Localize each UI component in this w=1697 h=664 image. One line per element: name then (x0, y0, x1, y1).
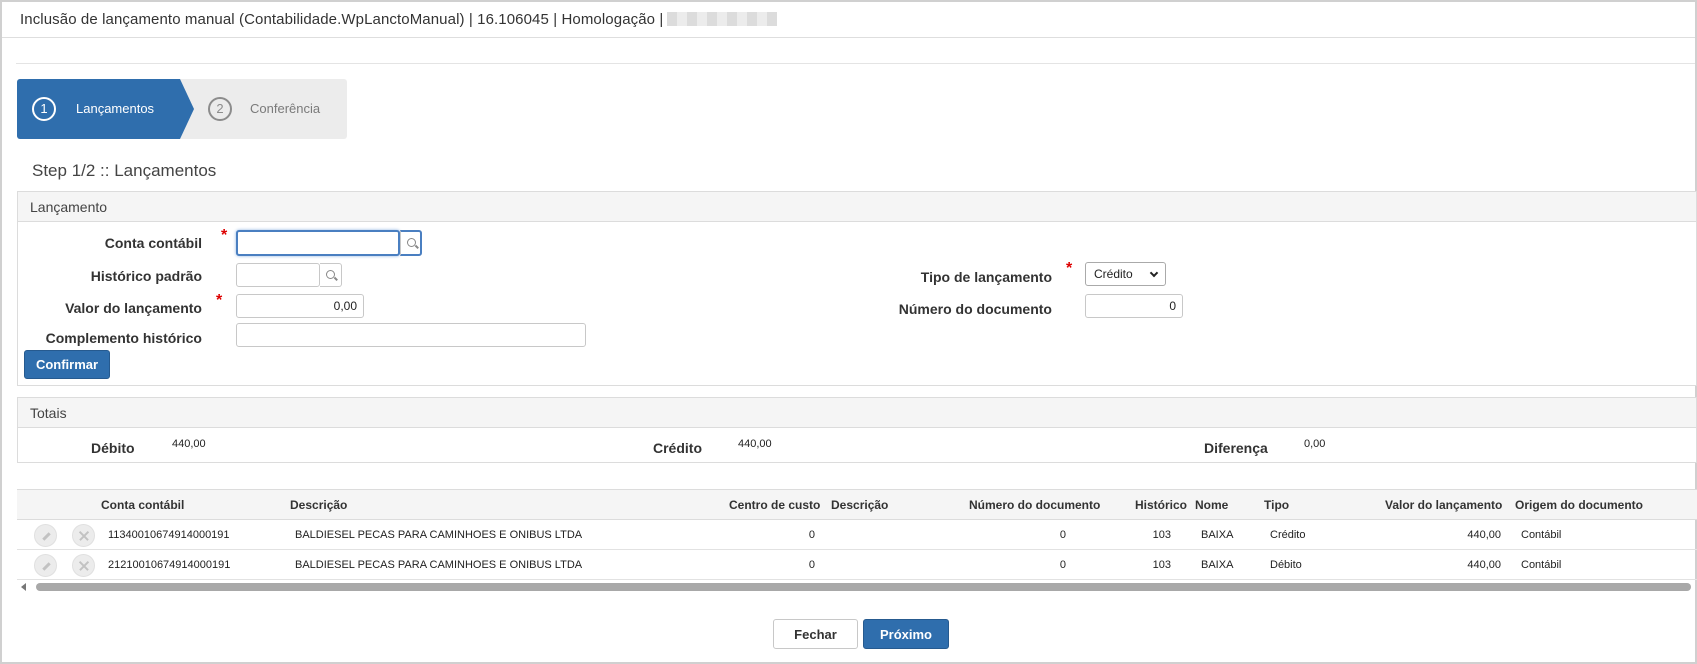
debito-label: Débito (91, 440, 135, 456)
col-descricao[interactable]: Descrição (290, 498, 347, 512)
tipo-lancamento-value: Crédito (1094, 267, 1133, 281)
cell-numero-documento: 0 (1059, 559, 1066, 571)
valor-lancamento-label: Valor do lançamento (65, 300, 202, 316)
wizard-step-arrow (180, 79, 194, 139)
scroll-left-icon[interactable] (21, 583, 26, 591)
cell-conta: 11340010674914000191 (108, 529, 230, 541)
col-tipo[interactable]: Tipo (1264, 498, 1289, 512)
cell-descricao: BALDIESEL PECAS PARA CAMINHOES E ONIBUS … (295, 559, 583, 571)
complemento-historico-label: Complemento histórico (45, 330, 202, 346)
lancamento-panel: Lançamento (17, 191, 1697, 386)
cell-numero-documento: 0 (1059, 529, 1066, 541)
cell-historico: 103 (1152, 559, 1171, 571)
historico-padrao-label: Histórico padrão (90, 268, 202, 284)
diferenca-label: Diferença (1204, 440, 1268, 456)
confirmar-button[interactable]: Confirmar (24, 350, 110, 379)
cell-valor: 440,00 (1467, 559, 1501, 571)
app-window: Inclusão de lançamento manual (Contabili… (0, 0, 1697, 664)
step-number-2: 2 (208, 97, 232, 121)
step-heading: Step 1/2 :: Lançamentos (32, 161, 217, 180)
pencil-icon (42, 562, 51, 571)
delete-row-button[interactable] (72, 554, 95, 577)
conta-contabil-lookup-button[interactable] (400, 230, 422, 256)
wizard-steps: 1 Lançamentos 2 Conferência (17, 79, 347, 139)
scrollbar-thumb[interactable] (36, 583, 1691, 591)
conta-contabil-required: * (221, 227, 228, 244)
pencil-icon (42, 532, 51, 541)
col-numero-documento[interactable]: Número do documento (969, 498, 1100, 512)
col-historico[interactable]: Histórico (1135, 498, 1187, 512)
historico-padrao-lookup-button[interactable] (320, 263, 342, 287)
cell-nome: BAIXA (1201, 559, 1234, 571)
cell-nome: BAIXA (1201, 529, 1234, 541)
page-divider (16, 63, 1695, 64)
cell-centro-custo: 0 (808, 559, 815, 571)
step-label-lancamentos: Lançamentos (76, 101, 155, 116)
historico-padrao-input[interactable] (236, 263, 320, 287)
valor-lancamento-input[interactable] (236, 294, 364, 318)
conta-contabil-label: Conta contábil (104, 235, 202, 251)
tipo-lancamento-select[interactable]: Crédito (1085, 262, 1166, 286)
col-descricao-cc[interactable]: Descrição (831, 498, 888, 512)
debito-value: 440,00 (172, 438, 206, 450)
tipo-lancamento-required: * (1066, 260, 1073, 277)
edit-row-button[interactable] (34, 554, 57, 577)
delete-row-button[interactable] (72, 524, 95, 547)
credito-value: 440,00 (738, 438, 772, 450)
step-number-1: 1 (32, 97, 56, 121)
cell-historico: 103 (1152, 529, 1171, 541)
cell-centro-custo: 0 (808, 529, 815, 541)
cell-origem: Contábil (1521, 559, 1562, 571)
cell-conta: 21210010674914000191 (108, 559, 231, 571)
chevron-down-icon (1149, 268, 1159, 278)
grid-horizontal-scrollbar[interactable] (17, 582, 1697, 592)
conta-contabil-input[interactable] (236, 230, 400, 256)
col-origem-documento[interactable]: Origem do documento (1515, 498, 1643, 512)
cell-valor: 440,00 (1467, 529, 1501, 541)
lancamentos-grid: Conta contábil Descrição Centro de custo… (17, 489, 1697, 593)
credito-label: Crédito (653, 440, 702, 456)
search-icon (326, 270, 335, 279)
valor-lancamento-required: * (216, 292, 223, 309)
title-bar: Inclusão de lançamento manual (Contabili… (2, 2, 1695, 38)
search-icon (407, 238, 416, 247)
complemento-historico-input[interactable] (236, 323, 586, 347)
numero-documento-label: Número do documento (898, 301, 1052, 317)
lancamento-panel-header: Lançamento (18, 192, 1696, 222)
col-valor-lancamento[interactable]: Valor do lançamento (1385, 498, 1502, 512)
diferenca-value: 0,00 (1304, 438, 1326, 450)
cell-tipo: Débito (1270, 559, 1302, 571)
grid-header: Conta contábil Descrição Centro de custo… (17, 490, 1697, 520)
window-title-text: Inclusão de lançamento manual (Contabili… (20, 11, 664, 28)
col-nome[interactable]: Nome (1195, 498, 1228, 512)
edit-row-button[interactable] (34, 524, 57, 547)
fechar-button[interactable]: Fechar (773, 619, 858, 649)
col-conta-contabil[interactable]: Conta contábil (101, 498, 184, 512)
totais-panel-header: Totais (18, 398, 1696, 428)
tipo-lancamento-label: Tipo de lançamento (920, 269, 1052, 285)
table-row[interactable]: 21210010674914000191 BALDIESEL PECAS PAR… (17, 550, 1697, 580)
table-row[interactable]: 11340010674914000191 BALDIESEL PECAS PAR… (17, 520, 1697, 550)
col-centro-custo[interactable]: Centro de custo (729, 498, 820, 512)
proximo-button[interactable]: Próximo (863, 619, 949, 649)
cell-tipo: Crédito (1270, 529, 1306, 541)
wizard-step-conferencia[interactable]: Conferência (250, 101, 320, 116)
redacted-user (667, 12, 778, 26)
cell-descricao: BALDIESEL PECAS PARA CAMINHOES E ONIBUS … (295, 529, 583, 541)
numero-documento-input[interactable] (1085, 294, 1183, 318)
window-title: Inclusão de lançamento manual (Contabili… (20, 11, 778, 28)
totais-panel: Totais (17, 397, 1697, 463)
cell-origem: Contábil (1521, 529, 1562, 541)
